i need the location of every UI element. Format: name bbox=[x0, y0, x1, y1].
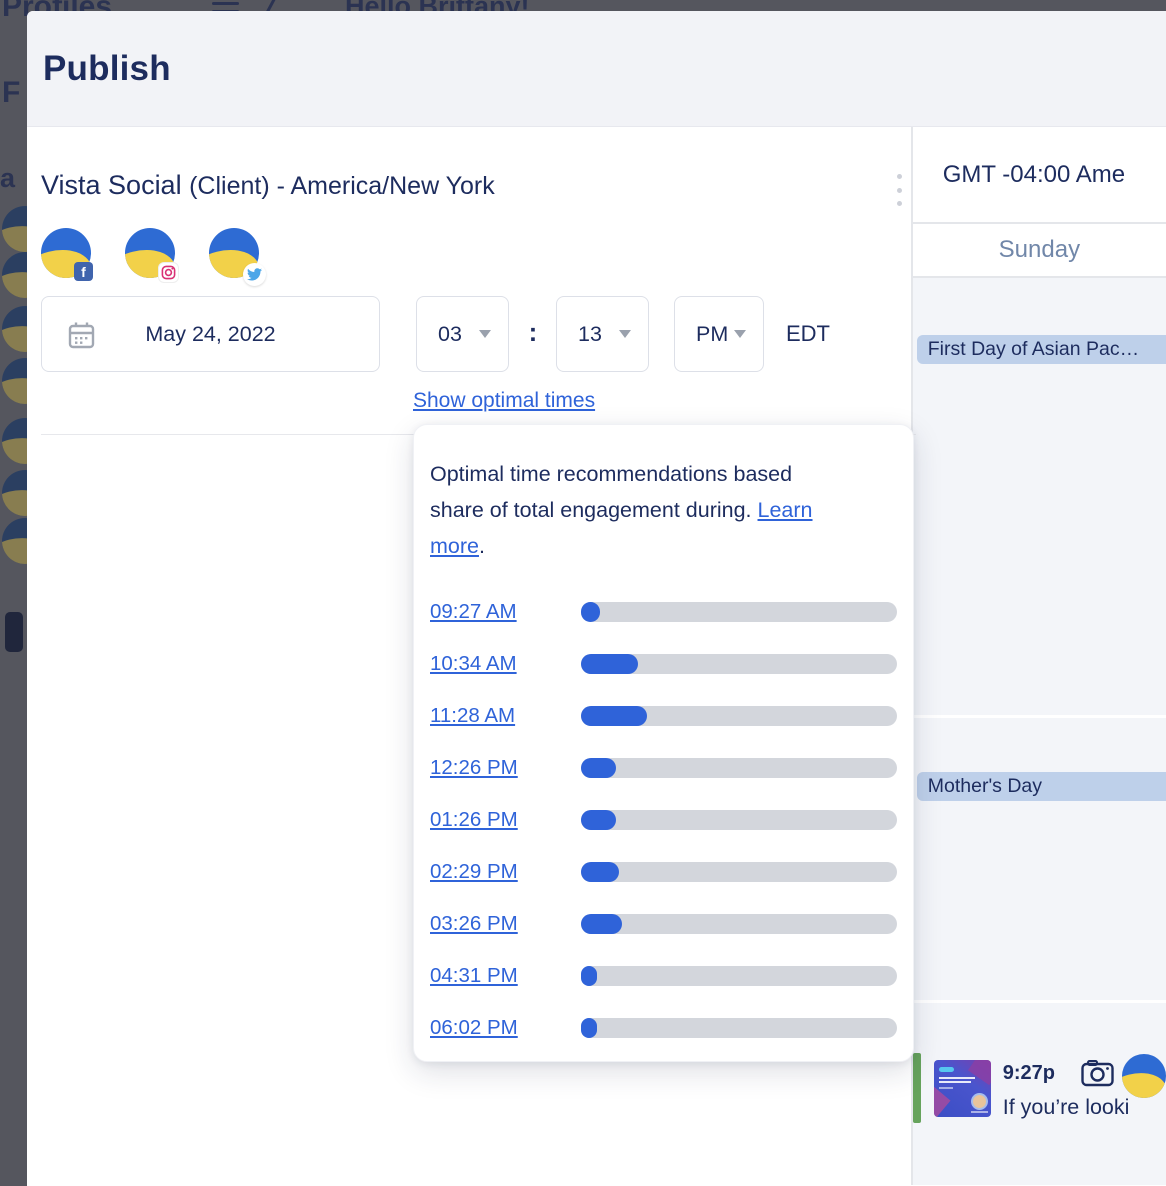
optimal-time-row: 09:27 AM bbox=[430, 599, 897, 625]
twitter-icon bbox=[243, 263, 266, 286]
calendar-day-header: Sunday bbox=[913, 222, 1166, 278]
calendar-cell: First Day of Asian Pac… bbox=[913, 278, 1166, 715]
optimal-time-row: 04:31 PM bbox=[430, 963, 897, 989]
profile-group-suffix: (Client) - America/New York bbox=[189, 172, 495, 200]
chevron-down-icon bbox=[734, 330, 746, 338]
minute-select[interactable]: 13 bbox=[556, 296, 649, 372]
optimal-time-row: 11:28 AM bbox=[430, 703, 897, 729]
instagram-icon bbox=[159, 263, 178, 282]
engagement-bar-track bbox=[581, 862, 897, 882]
post-profile-avatar bbox=[1122, 1054, 1166, 1098]
optimal-time-link[interactable]: 10:34 AM bbox=[430, 652, 581, 676]
engagement-bar-track bbox=[581, 706, 897, 726]
engagement-bar-fill bbox=[581, 810, 616, 830]
optimal-time-row: 06:02 PM bbox=[430, 1015, 897, 1041]
optimal-time-link[interactable]: 11:28 AM bbox=[430, 704, 581, 728]
meridiem-value: PM bbox=[696, 322, 728, 347]
backdrop-shape bbox=[5, 612, 23, 652]
calendar-event-chip[interactable]: Mother's Day bbox=[917, 772, 1166, 801]
optimal-time-row: 01:26 PM bbox=[430, 807, 897, 833]
date-value: May 24, 2022 bbox=[145, 322, 275, 347]
engagement-bar-fill bbox=[581, 654, 638, 674]
profile-avatar-facebook[interactable]: f bbox=[41, 228, 91, 278]
engagement-bar-fill bbox=[581, 758, 616, 778]
calendar-icon bbox=[68, 321, 95, 350]
profile-group-title: Vista Social (Client) - America/New York bbox=[41, 170, 495, 201]
optimal-time-link[interactable]: 12:26 PM bbox=[430, 756, 581, 780]
profile-avatar-twitter[interactable] bbox=[209, 228, 259, 278]
optimal-time-link[interactable]: 09:27 AM bbox=[430, 600, 581, 624]
engagement-bar-fill bbox=[581, 966, 597, 986]
engagement-bar-track bbox=[581, 1018, 897, 1038]
engagement-bar-fill bbox=[581, 602, 600, 622]
selected-profiles: f bbox=[41, 228, 259, 278]
show-optimal-times-link[interactable]: Show optimal times bbox=[413, 389, 595, 413]
modal-header: Publish bbox=[27, 11, 1166, 127]
chevron-down-icon bbox=[479, 330, 491, 338]
engagement-bar-track bbox=[581, 602, 897, 622]
optimal-times-list: 09:27 AM 10:34 AM 11:28 AM 12:26 PM 01:2… bbox=[430, 599, 897, 1041]
optimal-time-link[interactable]: 04:31 PM bbox=[430, 964, 581, 988]
calendar-event-chip[interactable]: First Day of Asian Pac… bbox=[917, 335, 1166, 364]
chevron-down-icon bbox=[619, 330, 631, 338]
backdrop-text-fragment: F bbox=[2, 76, 20, 110]
modal-title: Publish bbox=[43, 49, 171, 89]
post-snippet: If you’re looki bbox=[1003, 1095, 1166, 1120]
calendar-cell: 9:27p If bbox=[913, 1003, 1166, 1185]
timezone-abbr: EDT bbox=[786, 296, 830, 372]
time-separator: : bbox=[521, 296, 545, 372]
minute-value: 13 bbox=[578, 322, 602, 347]
engagement-bar-fill bbox=[581, 1018, 597, 1038]
facebook-icon: f bbox=[74, 262, 93, 281]
engagement-bar-track bbox=[581, 810, 897, 830]
optimal-time-link[interactable]: 02:29 PM bbox=[430, 860, 581, 884]
scheduled-post-item[interactable]: 9:27p If bbox=[913, 1053, 1166, 1123]
engagement-bar-track bbox=[581, 914, 897, 934]
post-status-bar bbox=[913, 1053, 921, 1123]
optimal-time-link[interactable]: 06:02 PM bbox=[430, 1016, 581, 1040]
engagement-bar-fill bbox=[581, 706, 647, 726]
profile-avatar-instagram[interactable] bbox=[125, 228, 175, 278]
post-thumbnail bbox=[934, 1060, 991, 1117]
engagement-bar-fill bbox=[581, 862, 619, 882]
calendar-cell: Mother's Day bbox=[913, 718, 1166, 1000]
screen: Profiles Hello Brittany! F a Publish Vis… bbox=[0, 0, 1166, 1186]
optimal-times-popover: Optimal time recommendations based share… bbox=[413, 424, 914, 1062]
engagement-bar-track bbox=[581, 966, 897, 986]
calendar-timezone-header: GMT -04:00 Ame bbox=[913, 127, 1166, 222]
optimal-time-row: 10:34 AM bbox=[430, 651, 897, 677]
popover-description: Optimal time recommendations based share… bbox=[430, 456, 846, 564]
post-time: 9:27p bbox=[1003, 1062, 1055, 1085]
engagement-bar-track bbox=[581, 758, 897, 778]
more-options-kebab-button[interactable] bbox=[891, 172, 907, 208]
calendar-pane: GMT -04:00 Ame Sunday First Day of Asian… bbox=[913, 127, 1166, 1185]
date-picker-field[interactable]: May 24, 2022 bbox=[41, 296, 380, 372]
engagement-bar-track bbox=[581, 654, 897, 674]
optimal-time-link[interactable]: 03:26 PM bbox=[430, 912, 581, 936]
popover-description-period: . bbox=[479, 534, 485, 558]
optimal-time-link[interactable]: 01:26 PM bbox=[430, 808, 581, 832]
engagement-bar-fill bbox=[581, 914, 622, 934]
hour-select[interactable]: 03 bbox=[416, 296, 509, 372]
meridiem-select[interactable]: PM bbox=[674, 296, 764, 372]
profile-group-name: Vista Social bbox=[41, 170, 182, 200]
optimal-time-row: 03:26 PM bbox=[430, 911, 897, 937]
optimal-time-row: 12:26 PM bbox=[430, 755, 897, 781]
popover-description-text: Optimal time recommendations based share… bbox=[430, 462, 792, 522]
hour-value: 03 bbox=[438, 322, 462, 347]
backdrop-text-fragment: a bbox=[0, 163, 15, 194]
optimal-time-row: 02:29 PM bbox=[430, 859, 897, 885]
camera-icon bbox=[1081, 1059, 1114, 1087]
